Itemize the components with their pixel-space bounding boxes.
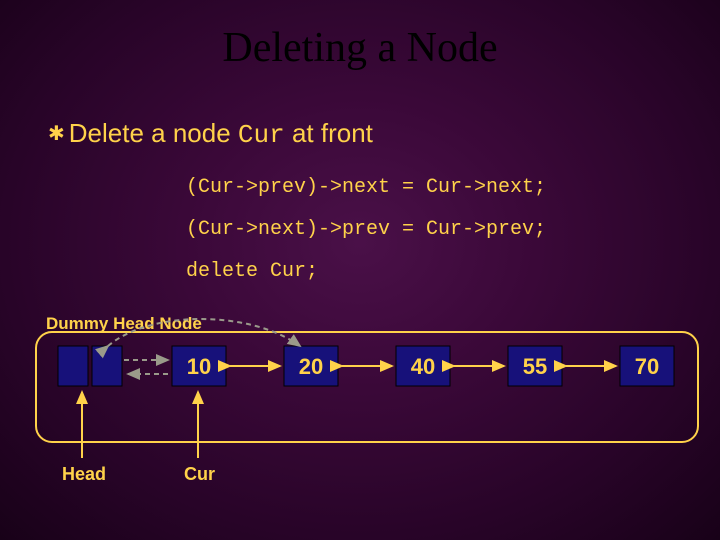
slide-title: Deleting a Node <box>0 0 720 72</box>
dummy-cell-next <box>92 346 122 386</box>
svg-text:55: 55 <box>523 354 547 379</box>
head-pointer-label: Head <box>62 464 106 485</box>
dummy-cell-prev <box>58 346 88 386</box>
bullet-tail: at front <box>285 118 373 148</box>
cur-pointer-label: Cur <box>184 464 215 485</box>
code-line-1: (Cur->prev)->next = Cur->next; <box>186 176 546 199</box>
node-70: 70 <box>620 346 674 386</box>
bullet-star-icon: ✱ <box>48 123 65 145</box>
bullet-lead: Delete <box>69 118 144 148</box>
svg-text:70: 70 <box>635 354 659 379</box>
node-10: 10 <box>172 346 226 386</box>
code-line-3: delete Cur; <box>186 260 318 283</box>
dummy-head-label: Dummy Head Node <box>46 314 202 334</box>
node-55: 55 <box>508 346 562 386</box>
node-20: 20 <box>284 346 338 386</box>
bullet-code: Cur <box>238 120 285 150</box>
bullet-mid: a node <box>144 118 238 148</box>
svg-text:10: 10 <box>187 354 211 379</box>
node-40: 40 <box>396 346 450 386</box>
code-line-2: (Cur->next)->prev = Cur->prev; <box>186 218 546 241</box>
svg-text:20: 20 <box>299 354 323 379</box>
svg-text:40: 40 <box>411 354 435 379</box>
linked-list-diagram: 10 20 40 55 70 <box>0 0 720 540</box>
bullet-delete-front: ✱Delete a node Cur at front <box>48 118 373 150</box>
